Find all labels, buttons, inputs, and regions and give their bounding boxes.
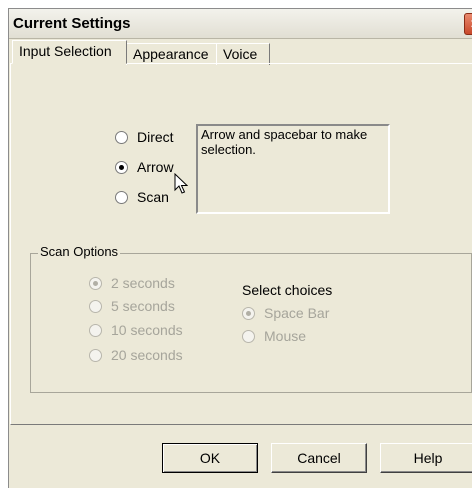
tab-appearance[interactable]: Appearance: [126, 43, 217, 65]
cancel-button[interactable]: Cancel: [271, 443, 367, 473]
radio-label: Arrow: [137, 159, 174, 175]
radio-arrow[interactable]: Arrow: [115, 159, 174, 175]
radio-button-selected-icon: [242, 306, 255, 320]
radio-button-icon: [89, 323, 102, 337]
radio-button-icon: [89, 348, 102, 362]
radio-button-icon: [242, 329, 255, 343]
ok-button[interactable]: OK: [162, 443, 258, 473]
radio-scan[interactable]: Scan: [115, 189, 169, 205]
radio-label: 20 seconds: [111, 347, 183, 363]
radio-label: Mouse: [264, 328, 307, 344]
radio-button-selected-icon: [115, 160, 128, 174]
title-bar[interactable]: Current Settings ✕: [9, 9, 472, 39]
method-description: Arrow and spacebar to make selection.: [196, 124, 390, 214]
radio-mouse[interactable]: Mouse: [242, 328, 306, 344]
mouse-pointer-icon: [174, 173, 188, 194]
radio-space-bar[interactable]: Space Bar: [242, 305, 329, 321]
help-button[interactable]: Help: [380, 443, 472, 473]
radio-button-icon: [115, 130, 128, 144]
radio-label: Scan: [137, 189, 169, 205]
radio-label: 5 seconds: [111, 298, 175, 314]
radio-button-icon: [89, 299, 102, 313]
window-title: Current Settings: [13, 15, 131, 32]
radio-10-seconds[interactable]: 10 seconds: [89, 322, 183, 338]
tab-voice[interactable]: Voice: [216, 43, 270, 65]
radio-label: Direct: [137, 129, 174, 145]
radio-label: Space Bar: [264, 305, 330, 321]
close-icon[interactable]: ✕: [464, 13, 472, 35]
select-choices-label: Select choices: [242, 282, 333, 298]
scan-options-label: Scan Options: [38, 244, 121, 259]
radio-button-icon: [115, 190, 128, 204]
radio-5-seconds[interactable]: 5 seconds: [89, 298, 175, 314]
radio-button-selected-icon: [89, 276, 102, 290]
radio-20-seconds[interactable]: 20 seconds: [89, 347, 183, 363]
radio-direct[interactable]: Direct: [115, 129, 174, 145]
radio-2-seconds[interactable]: 2 seconds: [89, 275, 175, 291]
radio-label: 10 seconds: [111, 322, 183, 338]
tab-input-selection[interactable]: Input Selection: [12, 40, 127, 64]
radio-label: 2 seconds: [111, 275, 175, 291]
